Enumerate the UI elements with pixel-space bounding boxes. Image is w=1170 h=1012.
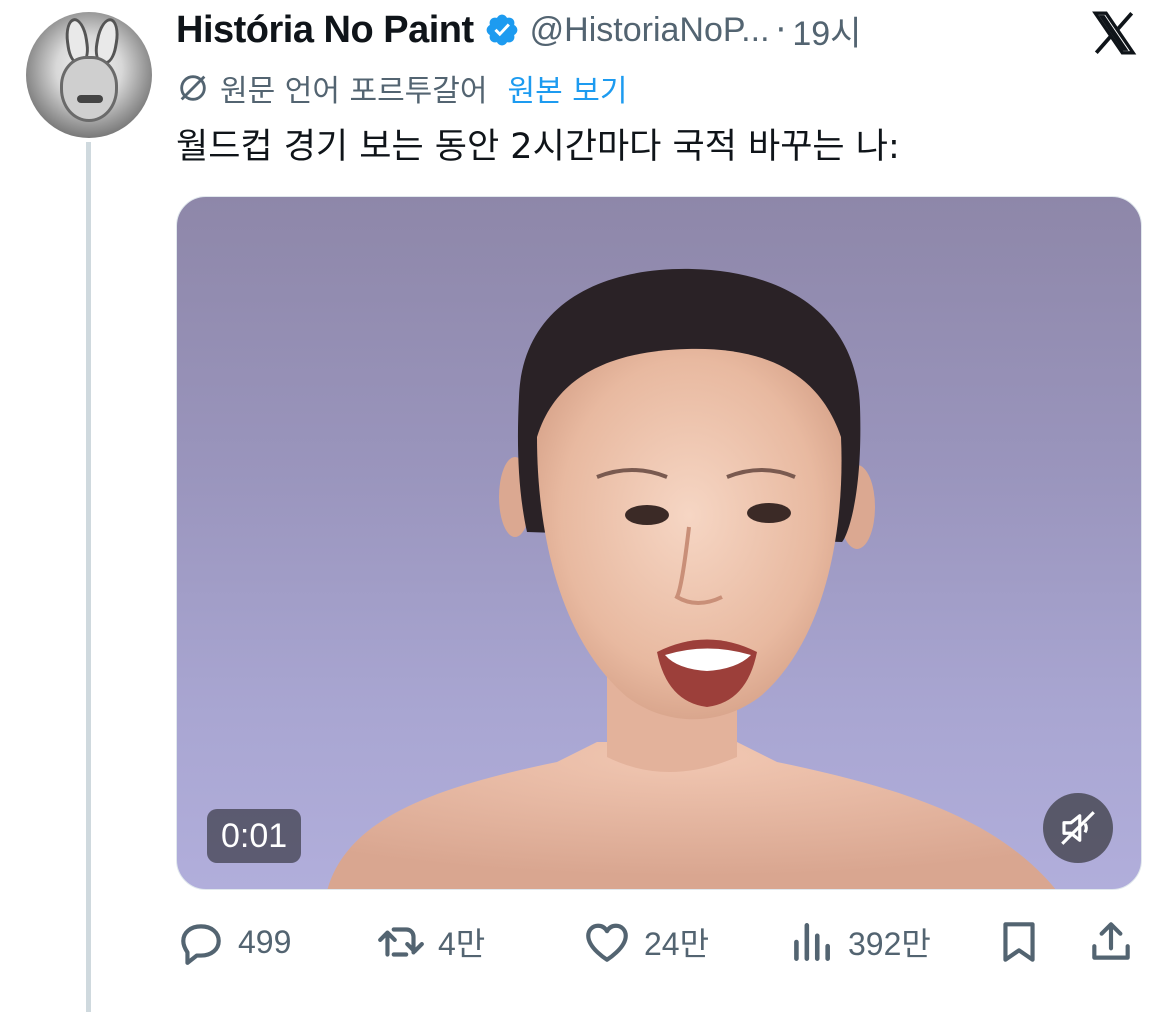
avatar-face xyxy=(60,56,118,122)
verified-badge-icon xyxy=(484,12,520,48)
view-original-link[interactable]: 원본 보기 xyxy=(507,66,627,110)
retweet-icon xyxy=(378,927,424,957)
translate-globe-icon xyxy=(180,75,206,101)
tweet-time[interactable]: 19시 xyxy=(792,6,861,55)
video-frame xyxy=(327,268,1056,889)
views-icon xyxy=(794,923,830,961)
retweet-count: 4만 xyxy=(438,926,486,962)
author-handle[interactable]: @HistoriaNoP... xyxy=(530,11,770,50)
avatar[interactable] xyxy=(26,12,152,138)
mute-icon xyxy=(1061,811,1095,845)
reply-icon xyxy=(181,924,221,965)
action-bar: 499 4만 24만 392만 xyxy=(176,912,1142,972)
like-count: 24만 xyxy=(644,926,710,962)
x-logo-icon[interactable] xyxy=(1088,8,1140,58)
views-button[interactable]: 392만 xyxy=(786,912,931,972)
translation-bar: 원문 언어 포르투갈어 원본 보기 xyxy=(176,66,627,110)
reply-count: 499 xyxy=(238,923,292,960)
views-count: 392만 xyxy=(848,926,931,962)
bookmark-button[interactable] xyxy=(994,912,1056,972)
retweet-button[interactable]: 4만 xyxy=(376,912,485,972)
translation-source-label: 원문 언어 포르투갈어 xyxy=(220,74,488,109)
thread-line xyxy=(86,142,91,1012)
video-player[interactable]: 0:01 xyxy=(176,196,1142,890)
separator-dot: · xyxy=(775,10,787,50)
tweet-text: 월드컵 경기 보는 동안 2시간마다 국적 바꾸는 나: xyxy=(176,127,900,167)
share-icon xyxy=(1092,922,1130,960)
share-button[interactable] xyxy=(1086,912,1148,972)
author-name[interactable]: História No Paint xyxy=(176,9,474,52)
like-icon xyxy=(586,923,628,962)
tweet-header: História No Paint @HistoriaNoP... · 19시 xyxy=(176,6,861,54)
mute-toggle-button[interactable] xyxy=(1043,793,1113,863)
reply-button[interactable]: 499 xyxy=(176,912,291,972)
video-timecode: 0:01 xyxy=(207,809,302,863)
like-button[interactable]: 24만 xyxy=(582,912,709,972)
bookmark-icon xyxy=(1003,922,1035,962)
